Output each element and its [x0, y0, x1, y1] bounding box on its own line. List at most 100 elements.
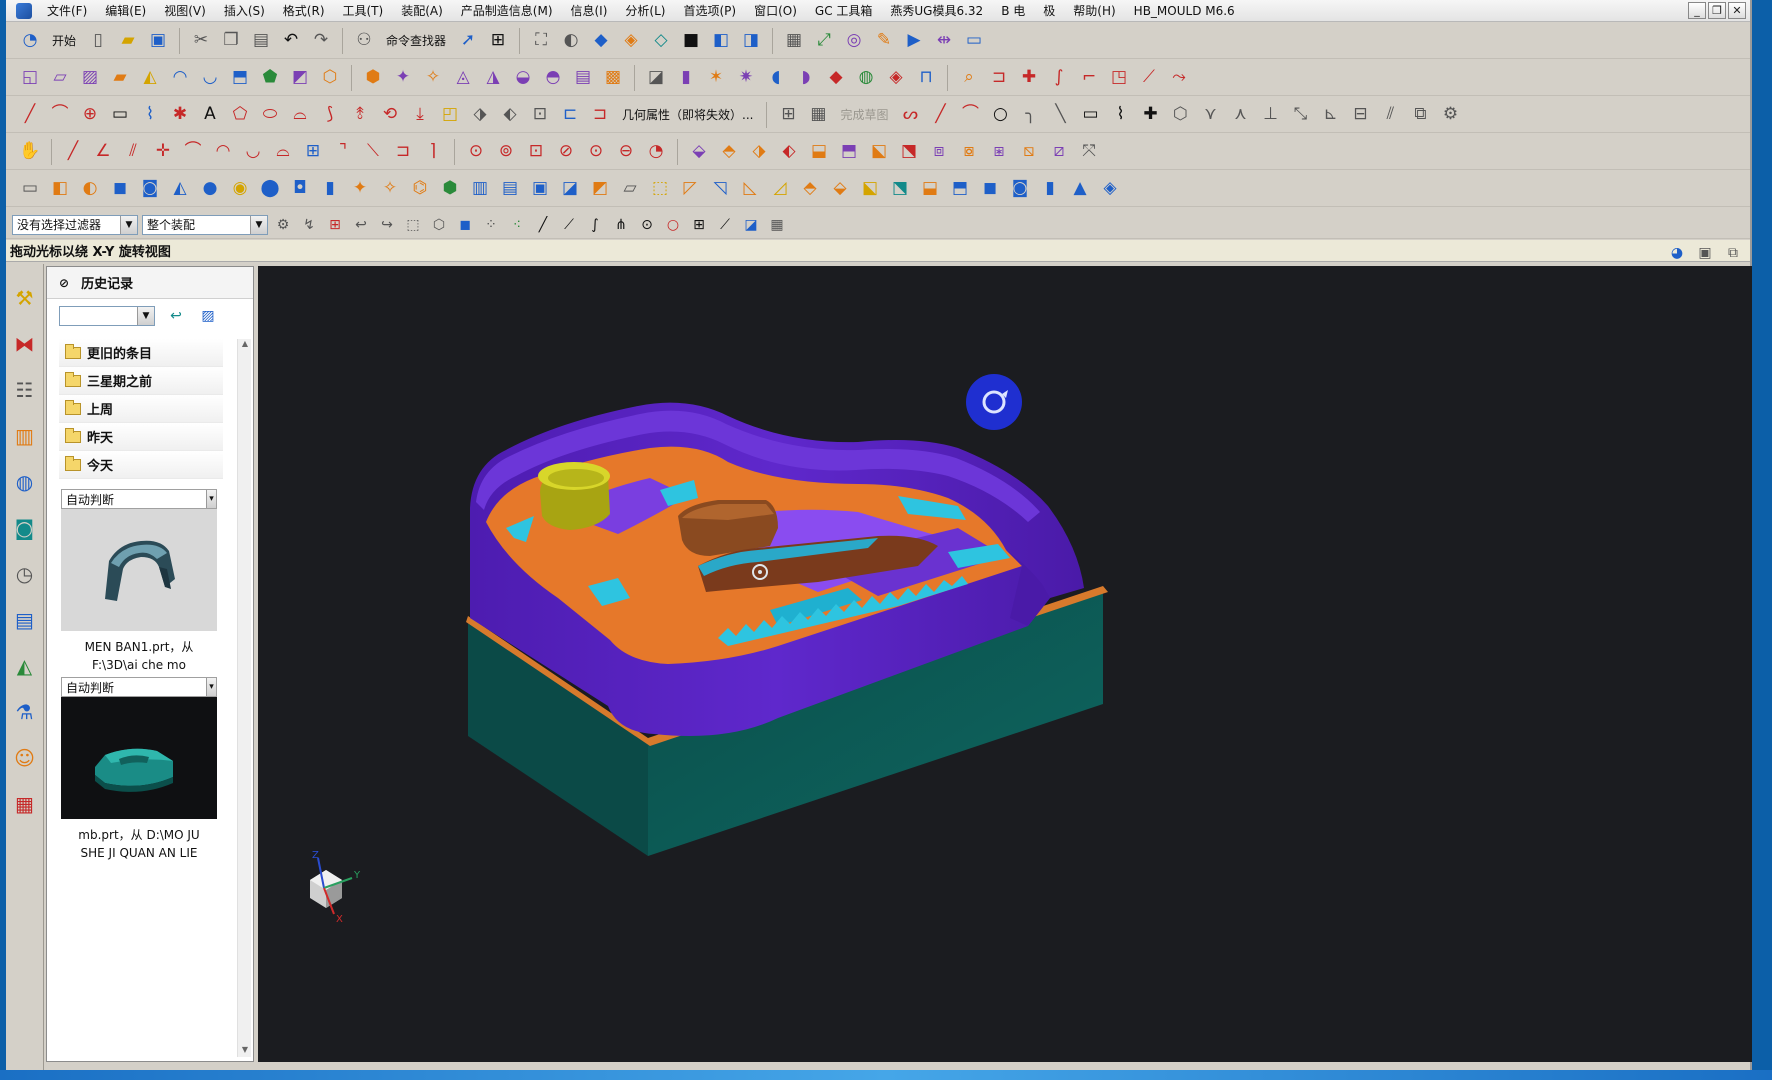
edit-curve-icon[interactable]: ⤳ [1165, 64, 1193, 92]
history-entry[interactable]: 自动判断 ▾ mb.prt，从 D:\MO JU SHE JI QUAN AN … [61, 677, 217, 862]
section-view-icon[interactable]: ◧ [707, 27, 735, 55]
select-bodies-icon[interactable]: ◼ [454, 214, 476, 236]
tangent-line-icon[interactable]: ⌒ [179, 138, 207, 166]
edge-blend-icon[interactable]: ◺ [736, 175, 764, 203]
command-finder-button[interactable]: 命令查找器 [380, 32, 452, 49]
section-surface-icon[interactable]: ◮ [479, 64, 507, 92]
select-features-icon[interactable]: ⬡ [428, 214, 450, 236]
analysis-tool-icon[interactable]: ◎ [840, 27, 868, 55]
undo-selection-icon[interactable]: ↪ [376, 214, 398, 236]
perpendicular-line-icon[interactable]: ✛ [149, 138, 177, 166]
cut-icon[interactable]: ✂ [187, 27, 215, 55]
show-constraints-icon[interactable]: ⊟ [1346, 101, 1374, 129]
make-corner-icon[interactable]: ⊥ [1256, 101, 1284, 129]
pull-face-icon[interactable]: ◙ [1006, 175, 1034, 203]
system-scenes-icon[interactable]: ▦ [10, 788, 40, 820]
redo-icon[interactable]: ↷ [307, 27, 335, 55]
through-curves-icon[interactable]: ▨ [76, 64, 104, 92]
sheet-icon[interactable]: ▱ [616, 175, 644, 203]
face-blend-feature-icon[interactable]: ⬘ [796, 175, 824, 203]
menu-assembly[interactable]: 装配(A) [392, 0, 452, 22]
copy-icon[interactable]: ❐ [217, 27, 245, 55]
global-shaping-icon[interactable]: ✶ [702, 64, 730, 92]
face-analysis-icon[interactable]: ◈ [882, 64, 910, 92]
emboss-icon[interactable]: ✦ [346, 175, 374, 203]
menu-window[interactable]: 窗口(O) [745, 0, 806, 22]
web-browser-icon[interactable]: ◍ [10, 466, 40, 498]
extract-geometry-icon[interactable]: ⬓ [805, 138, 833, 166]
restore-view-icon[interactable]: ⧉ [1722, 242, 1744, 264]
history-group-older[interactable]: 更旧的条目 [59, 339, 223, 367]
conic-icon[interactable]: ⌓ [286, 101, 314, 129]
sketch-fillet-icon[interactable]: ╮ [1016, 101, 1044, 129]
background-icon[interactable]: ■ [677, 27, 705, 55]
render-style-icon[interactable]: ◆ [587, 27, 615, 55]
profile-icon[interactable]: ᔕ [896, 101, 924, 129]
circle-box-icon[interactable]: ⊡ [522, 138, 550, 166]
thread-icon[interactable]: ⌬ [406, 175, 434, 203]
replace-face-icon[interactable]: ⧇ [955, 138, 983, 166]
circle-diameter-icon[interactable]: ⊘ [552, 138, 580, 166]
sketch-plane-icon[interactable]: ▭ [16, 175, 44, 203]
pin-icon[interactable]: ⊘ [59, 276, 69, 290]
reuse-library-icon[interactable]: ▥ [10, 420, 40, 452]
helix-icon[interactable]: ⟆ [316, 101, 344, 129]
subtract-icon[interactable]: ▤ [496, 175, 524, 203]
line-at-angle-icon[interactable]: ∠ [89, 138, 117, 166]
history-group-yesterday[interactable]: 昨天 [59, 423, 223, 451]
block-icon[interactable]: ◼ [106, 175, 134, 203]
line-icon[interactable]: ╱ [16, 101, 44, 129]
intersect-icon[interactable]: ▣ [526, 175, 554, 203]
part-thumbnail[interactable] [61, 697, 217, 819]
shell-icon[interactable]: ⬚ [646, 175, 674, 203]
thicken-icon[interactable]: ▤ [569, 64, 597, 92]
type-filter-dropdown[interactable]: 没有选择过滤器 ▼ [12, 214, 138, 235]
circle-half-icon[interactable]: ◔ [642, 138, 670, 166]
basic-line-icon[interactable]: ╱ [59, 138, 87, 166]
scroll-down-icon[interactable]: ▼ [238, 1045, 252, 1057]
sketch-offset-icon[interactable]: ⬡ [1166, 101, 1194, 129]
view-triad-icon[interactable]: ◇ [647, 27, 675, 55]
refit-face-icon[interactable]: ◖ [762, 64, 790, 92]
alternate-solution-icon[interactable]: ⧉ [1406, 101, 1434, 129]
open-folder-icon[interactable]: ▰ [114, 27, 142, 55]
i-form-icon[interactable]: ▮ [672, 64, 700, 92]
combined-curve-icon[interactable]: ⬗ [466, 101, 494, 129]
smooth-poles-icon[interactable]: ◍ [852, 64, 880, 92]
globe-icon[interactable]: ◕ [1666, 242, 1688, 264]
synchronous-icon[interactable]: ⧆ [985, 138, 1013, 166]
menu-file[interactable]: 文件(F) [38, 0, 96, 22]
snap-center-icon[interactable]: ⊙ [636, 214, 658, 236]
snap-point-icon[interactable]: ⁘ [480, 214, 502, 236]
sketch-line-icon[interactable]: ╱ [926, 101, 954, 129]
paste-icon[interactable]: ▤ [247, 27, 275, 55]
history-scrollbar[interactable]: ▲ ▼ [237, 339, 251, 1057]
wrap-curve-icon[interactable]: ⊡ [526, 101, 554, 129]
history-group-last-week[interactable]: 上周 [59, 395, 223, 423]
info-window-icon[interactable]: ◙ [10, 512, 40, 544]
measure-distance-icon[interactable]: ⇹ [930, 27, 958, 55]
sketch-chamfer-icon[interactable]: ╲ [1046, 101, 1074, 129]
offset-in-face-icon[interactable]: ⤓ [406, 101, 434, 129]
intersection-curve-icon[interactable]: ⌕ [955, 64, 983, 92]
snap-quadrant-icon[interactable]: ○ [662, 214, 684, 236]
start-menu-button[interactable]: 开始 [46, 32, 82, 49]
boss-icon[interactable]: ⬤ [256, 175, 284, 203]
matching-edge-icon[interactable]: ✷ [732, 64, 760, 92]
studio-surface-icon[interactable]: ◭ [136, 64, 164, 92]
select-all-icon[interactable]: ⊞ [324, 214, 346, 236]
offset-region-icon[interactable]: ⬒ [946, 175, 974, 203]
touch-mode-icon[interactable]: ⊞ [484, 27, 512, 55]
circle-radius-icon[interactable]: ⊖ [612, 138, 640, 166]
pocket-icon[interactable]: ◘ [286, 175, 314, 203]
menu-help[interactable]: 帮助(H) [1064, 0, 1124, 22]
face-blend-icon[interactable]: ✦ [389, 64, 417, 92]
sketch-point-icon[interactable]: ✚ [1136, 101, 1164, 129]
spiral-icon[interactable]: ⟲ [376, 101, 404, 129]
process-studio-icon[interactable]: ⚗ [10, 696, 40, 728]
menu-b-electrode[interactable]: B 电 [992, 0, 1034, 22]
mold-model[interactable]: Z Y X [258, 266, 1752, 1062]
rectangle-select-icon[interactable]: ⬚ [402, 214, 424, 236]
pattern-feature-icon[interactable]: ⬢ [436, 175, 464, 203]
snap-line-icon[interactable]: ╱ [532, 214, 554, 236]
